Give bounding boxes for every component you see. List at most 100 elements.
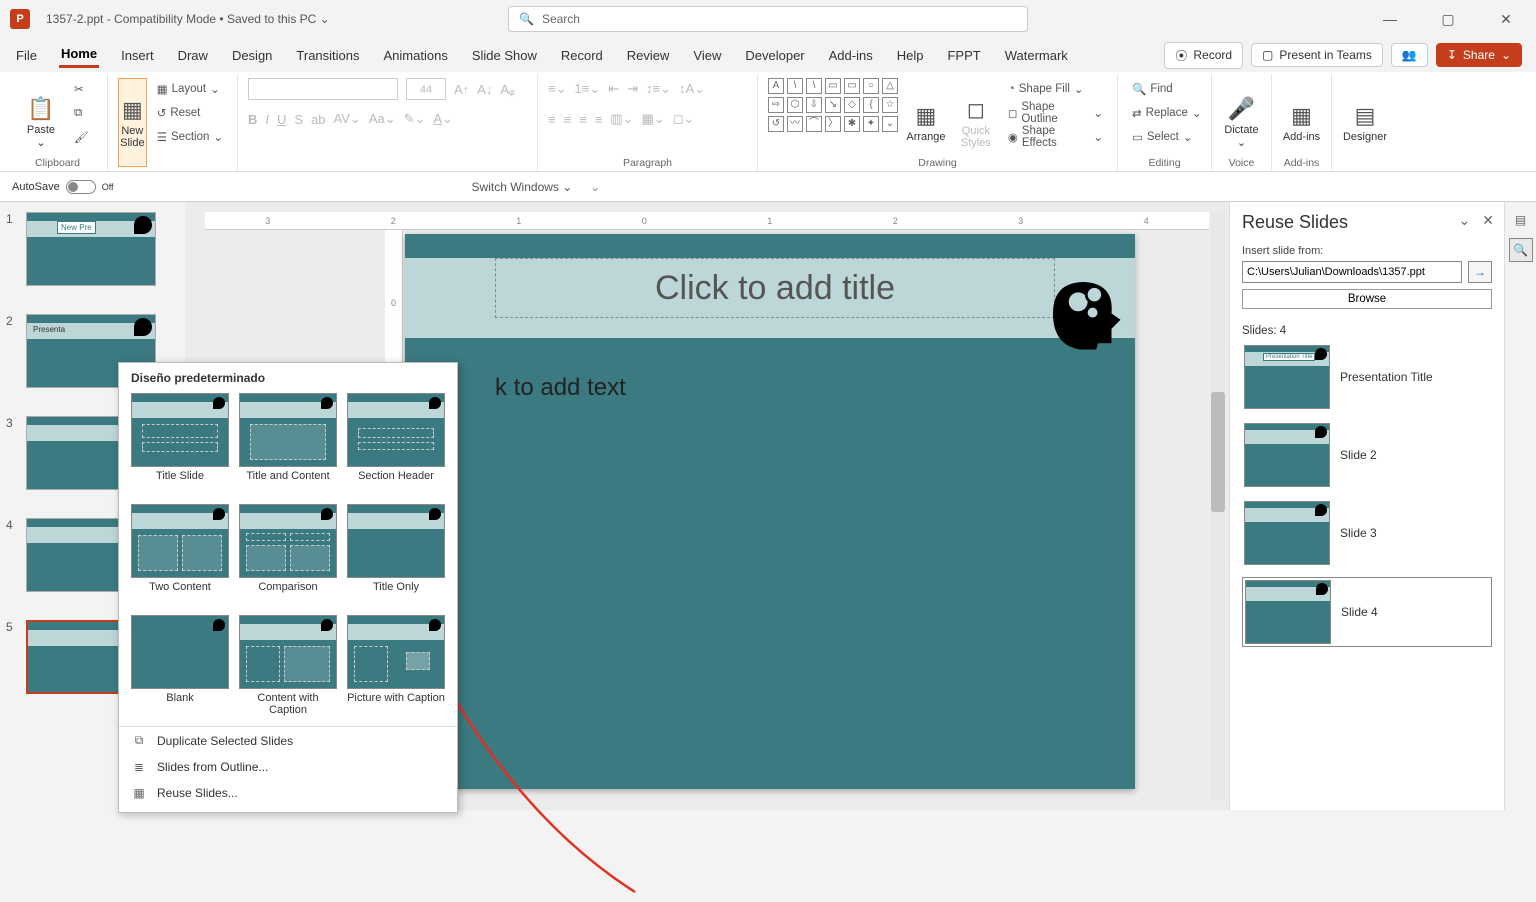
justify-icon[interactable]: ≡ — [595, 112, 603, 127]
align-right-icon[interactable]: ≡ — [579, 112, 587, 127]
format-painter-button[interactable]: 🖌 — [70, 126, 93, 148]
align-text-icon[interactable]: ▦⌄ — [642, 111, 665, 127]
text-direction-icon[interactable]: ↕A⌄ — [679, 81, 705, 97]
paste-button[interactable]: 📋Paste⌄ — [18, 78, 64, 167]
layout-content-caption[interactable] — [239, 615, 337, 689]
copy-button[interactable]: ⧉ — [70, 102, 93, 124]
tab-review[interactable]: Review — [625, 44, 672, 67]
line-spacing-icon[interactable]: ↕≡⌄ — [646, 81, 671, 97]
layout-blank[interactable] — [131, 615, 229, 689]
pane-close-icon[interactable]: ✕ — [1482, 212, 1494, 229]
tab-draw[interactable]: Draw — [176, 44, 210, 67]
find-button[interactable]: 🔍 Find — [1128, 78, 1205, 100]
shape-effects-button[interactable]: ◉ Shape Effects ⌄ — [1004, 126, 1107, 148]
decrease-font-icon[interactable]: A↓ — [477, 82, 492, 97]
layout-two-content[interactable] — [131, 504, 229, 578]
increase-font-icon[interactable]: A↑ — [454, 82, 469, 97]
layout-section-header[interactable] — [347, 393, 445, 467]
reuse-slide-4[interactable]: Slide 4 — [1242, 577, 1492, 647]
tab-developer[interactable]: Developer — [743, 44, 806, 67]
duplicate-slides-item[interactable]: ⧉Duplicate Selected Slides — [119, 727, 457, 754]
layout-comparison[interactable] — [239, 504, 337, 578]
addins-button[interactable]: ▦Add-ins — [1282, 78, 1321, 167]
shapes-gallery[interactable]: A\\▭▭○△ ⇨⬡⇩↘◇{☆ ↺〰⌒〉✱✦⌄ — [768, 78, 898, 167]
search-box[interactable]: 🔍 Search — [508, 6, 1028, 32]
tab-home[interactable]: Home — [59, 42, 99, 68]
canvas-scrollbar[interactable] — [1211, 212, 1225, 800]
cut-button[interactable]: ✂ — [70, 78, 93, 100]
layout-title-only[interactable] — [347, 504, 445, 578]
close-button[interactable]: ✕ — [1486, 11, 1526, 28]
reuse-slide-2[interactable]: Slide 2 — [1242, 421, 1492, 489]
font-size-combo[interactable]: 44 — [406, 78, 446, 100]
qat-dropdown[interactable]: ⌄ — [590, 180, 600, 194]
reuse-slides-item[interactable]: ▦Reuse Slides... — [119, 780, 457, 806]
clear-format-icon[interactable]: Aᵩ — [500, 82, 514, 97]
numbering-icon[interactable]: 1≡⌄ — [574, 81, 600, 97]
tab-fppt[interactable]: FPPT — [945, 44, 982, 67]
section-button[interactable]: ☰ Section ⌄ — [153, 126, 227, 148]
arrange-button[interactable]: ▦Arrange — [904, 78, 948, 167]
tab-slideshow[interactable]: Slide Show — [470, 44, 539, 67]
bold-icon[interactable]: B — [248, 112, 257, 127]
side-tab-2[interactable]: 🔍 — [1509, 238, 1533, 262]
record-button[interactable]: ⦿Record — [1164, 42, 1243, 69]
highlight-icon[interactable]: ✎⌄ — [404, 111, 426, 127]
shape-outline-button[interactable]: ◻ Shape Outline ⌄ — [1004, 102, 1107, 124]
reuse-slide-1[interactable]: Presentation TitlePresentation Title — [1242, 343, 1492, 411]
dictate-button[interactable]: 🎤Dictate⌄ — [1222, 78, 1261, 167]
slides-from-outline-item[interactable]: ≣Slides from Outline... — [119, 754, 457, 780]
tab-animations[interactable]: Animations — [382, 44, 450, 67]
reset-button[interactable]: ↺ Reset — [153, 102, 227, 124]
tab-help[interactable]: Help — [895, 44, 926, 67]
columns-icon[interactable]: ▥⌄ — [610, 111, 633, 127]
underline-icon[interactable]: U — [277, 112, 286, 127]
thumb-slide-1[interactable]: New Pre — [26, 212, 156, 286]
layout-button[interactable]: ▦ Layout ⌄ — [153, 78, 227, 100]
new-slide-button[interactable]: ▦New Slide — [118, 78, 147, 167]
browse-button[interactable]: Browse — [1242, 289, 1492, 309]
body-placeholder[interactable]: k to add text — [495, 374, 1055, 414]
tab-view[interactable]: View — [691, 44, 723, 67]
switch-windows-button[interactable]: Switch Windows ⌄ — [472, 180, 573, 194]
tab-record[interactable]: Record — [559, 44, 605, 67]
layout-picture-caption[interactable] — [347, 615, 445, 689]
minimize-button[interactable]: — — [1370, 11, 1410, 28]
side-tab-1[interactable]: ▤ — [1509, 208, 1533, 232]
tab-design[interactable]: Design — [230, 44, 274, 67]
shape-fill-button[interactable]: ◔ Shape Fill ⌄ — [1004, 78, 1107, 100]
tab-file[interactable]: File — [14, 44, 39, 67]
maximize-button[interactable]: ▢ — [1428, 11, 1468, 28]
quick-styles-button[interactable]: ◻Quick Styles — [954, 78, 998, 167]
autosave-toggle[interactable] — [66, 180, 96, 194]
indent-dec-icon[interactable]: ⇤ — [608, 81, 619, 97]
shadow-icon[interactable]: ab — [311, 112, 325, 127]
select-button[interactable]: ▭ Select ⌄ — [1128, 126, 1205, 148]
case-icon[interactable]: Aa⌄ — [369, 111, 396, 127]
font-color-icon[interactable]: A⌄ — [433, 111, 453, 127]
layout-title-slide[interactable] — [131, 393, 229, 467]
indent-inc-icon[interactable]: ⇥ — [627, 81, 638, 97]
layout-title-content[interactable] — [239, 393, 337, 467]
font-name-combo[interactable] — [248, 78, 398, 100]
share-button[interactable]: ↧Share⌄ — [1436, 43, 1522, 67]
reuse-go-button[interactable]: → — [1468, 261, 1492, 283]
tab-transitions[interactable]: Transitions — [294, 44, 361, 67]
reuse-path-input[interactable] — [1242, 261, 1462, 283]
pane-dropdown-icon[interactable]: ⌄ — [1459, 212, 1471, 229]
reuse-slide-3[interactable]: Slide 3 — [1242, 499, 1492, 567]
tab-watermark[interactable]: Watermark — [1003, 44, 1070, 67]
tab-addins[interactable]: Add-ins — [827, 44, 875, 67]
strike-icon[interactable]: S — [294, 112, 303, 127]
smartart-icon[interactable]: ◻⌄ — [673, 111, 695, 127]
document-title[interactable]: 1357-2.ppt - Compatibility Mode • Saved … — [46, 12, 330, 26]
teams-icon-button[interactable]: 👥 — [1391, 43, 1428, 67]
align-left-icon[interactable]: ≡ — [548, 112, 556, 127]
align-center-icon[interactable]: ≡ — [564, 112, 572, 127]
italic-icon[interactable]: I — [265, 112, 269, 127]
charspace-icon[interactable]: AV⌄ — [334, 111, 361, 127]
title-placeholder[interactable]: Click to add title — [495, 258, 1055, 318]
present-in-teams-button[interactable]: ▢Present in Teams — [1251, 43, 1383, 67]
tab-insert[interactable]: Insert — [119, 44, 156, 67]
replace-button[interactable]: ⇄ Replace ⌄ — [1128, 102, 1205, 124]
